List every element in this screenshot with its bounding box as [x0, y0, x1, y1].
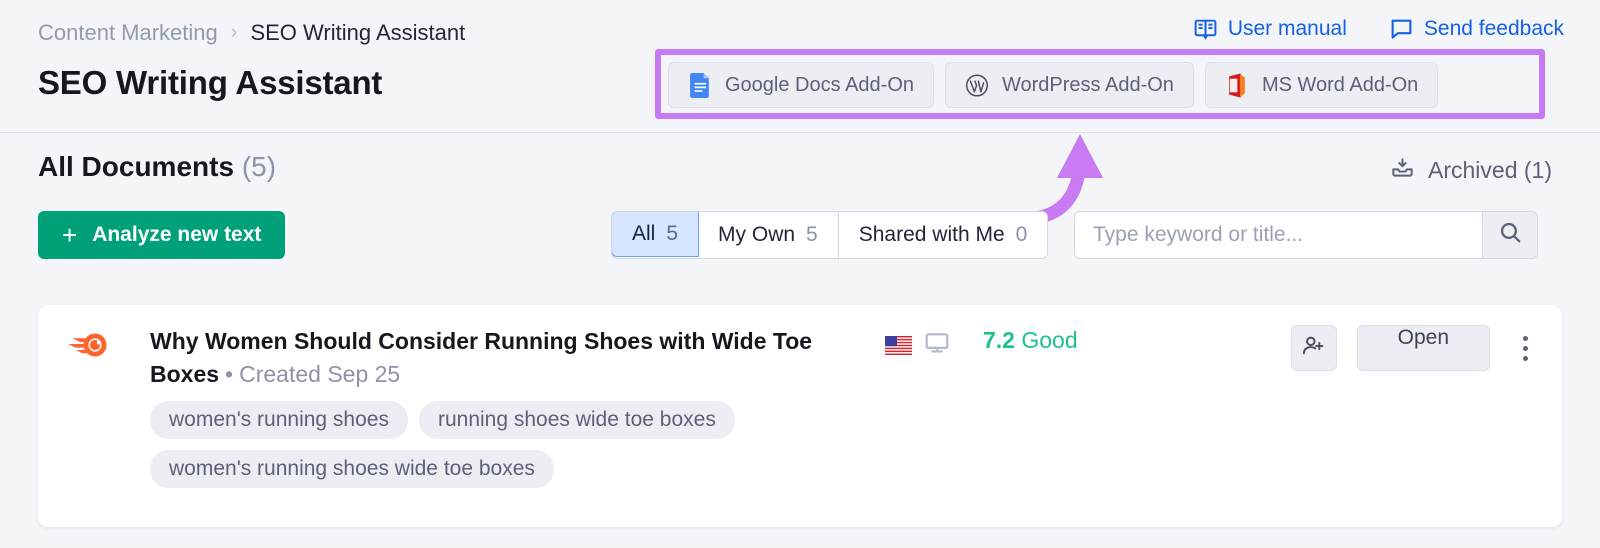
- document-actions: Open: [1291, 325, 1540, 371]
- tab-my-own-count: 5: [806, 223, 818, 247]
- kebab-menu-icon[interactable]: [1510, 325, 1540, 371]
- wordpress-icon: [965, 73, 989, 97]
- keyword-tag: running shoes wide toe boxes: [419, 401, 735, 439]
- google-docs-addon-label: Google Docs Add-On: [725, 74, 914, 97]
- tab-shared-with-me-count: 0: [1016, 223, 1028, 247]
- header-links: User manual Send feedback: [1193, 16, 1564, 41]
- send-feedback-link[interactable]: Send feedback: [1389, 16, 1564, 41]
- search-input[interactable]: [1074, 211, 1482, 259]
- keyword-tag: women's running shoes wide toe boxes: [150, 450, 554, 488]
- user-manual-link[interactable]: User manual: [1193, 16, 1347, 41]
- title-meta-separator: •: [219, 361, 239, 387]
- open-document-button[interactable]: Open: [1357, 325, 1490, 371]
- search-icon: [1498, 220, 1523, 250]
- person-add-icon: [1301, 333, 1326, 363]
- chevron-right-icon: ›: [231, 22, 238, 42]
- filter-tabs: All 5 My Own 5 Shared with Me 0: [611, 211, 1048, 259]
- semrush-comet-icon: [67, 330, 111, 365]
- tab-all-count: 5: [666, 222, 678, 246]
- us-flag-icon: [885, 336, 912, 355]
- keyword-tag: women's running shoes: [150, 401, 408, 439]
- search-button[interactable]: [1482, 211, 1538, 259]
- ms-word-addon-label: MS Word Add-On: [1262, 74, 1418, 97]
- ms-word-icon: [1225, 73, 1249, 97]
- seo-writing-assistant-page: Content Marketing › SEO Writing Assistan…: [0, 0, 1600, 548]
- page-header: Content Marketing › SEO Writing Assistan…: [0, 0, 1600, 133]
- page-title: SEO Writing Assistant: [38, 64, 382, 102]
- archive-tray-icon: [1390, 155, 1415, 186]
- google-docs-addon-button[interactable]: Google Docs Add-On: [668, 62, 934, 108]
- all-documents-label: All Documents: [38, 151, 234, 182]
- tab-my-own[interactable]: My Own 5: [698, 212, 839, 258]
- documents-controls: + Analyze new text All 5 My Own 5 Shared…: [0, 203, 1600, 275]
- search-box: [1074, 211, 1538, 259]
- all-documents-heading: All Documents (5): [38, 151, 276, 183]
- analyze-new-text-label: Analyze new text: [92, 223, 261, 247]
- document-title-row: Why Women Should Consider Running Shoes …: [150, 325, 840, 390]
- archived-link[interactable]: Archived (1): [1390, 155, 1552, 186]
- wordpress-addon-button[interactable]: WordPress Add-On: [945, 62, 1194, 108]
- tab-shared-with-me-label: Shared with Me: [859, 223, 1005, 247]
- google-docs-icon: [688, 73, 712, 97]
- tab-all[interactable]: All 5: [611, 211, 699, 257]
- addon-buttons: Google Docs Add-On WordPress Add-On: [668, 62, 1438, 108]
- send-feedback-label: Send feedback: [1424, 17, 1564, 41]
- document-score-value: 7.2: [983, 327, 1015, 353]
- tab-all-label: All: [632, 222, 655, 246]
- document-score-label: Good: [1021, 327, 1077, 353]
- document-title-block: Why Women Should Consider Running Shoes …: [150, 325, 850, 390]
- plus-icon: +: [62, 222, 77, 248]
- breadcrumb: Content Marketing › SEO Writing Assistan…: [38, 20, 465, 46]
- document-score: 7.2 Good: [983, 327, 1078, 354]
- ms-word-addon-button[interactable]: MS Word Add-On: [1205, 62, 1438, 108]
- tab-my-own-label: My Own: [718, 223, 795, 247]
- all-documents-count: (5): [242, 151, 276, 182]
- tab-shared-with-me[interactable]: Shared with Me 0: [839, 212, 1048, 258]
- share-document-button[interactable]: [1291, 325, 1337, 371]
- speech-bubble-icon: [1389, 16, 1414, 41]
- breadcrumb-current: SEO Writing Assistant: [250, 20, 465, 46]
- analyze-new-text-button[interactable]: + Analyze new text: [38, 211, 285, 259]
- documents-section-bar: All Documents (5) Archived (1): [0, 133, 1600, 203]
- document-created-date: Created Sep 25: [239, 361, 400, 387]
- user-manual-label: User manual: [1228, 17, 1347, 41]
- archived-label: Archived (1): [1428, 157, 1552, 184]
- wordpress-addon-label: WordPress Add-On: [1002, 74, 1174, 97]
- book-icon: [1193, 16, 1218, 41]
- breadcrumb-parent[interactable]: Content Marketing: [38, 20, 218, 46]
- document-card[interactable]: Why Women Should Consider Running Shoes …: [38, 305, 1562, 527]
- document-locale-info: [885, 330, 950, 361]
- desktop-monitor-icon: [924, 330, 950, 361]
- keyword-tags: women's running shoes running shoes wide…: [150, 401, 870, 488]
